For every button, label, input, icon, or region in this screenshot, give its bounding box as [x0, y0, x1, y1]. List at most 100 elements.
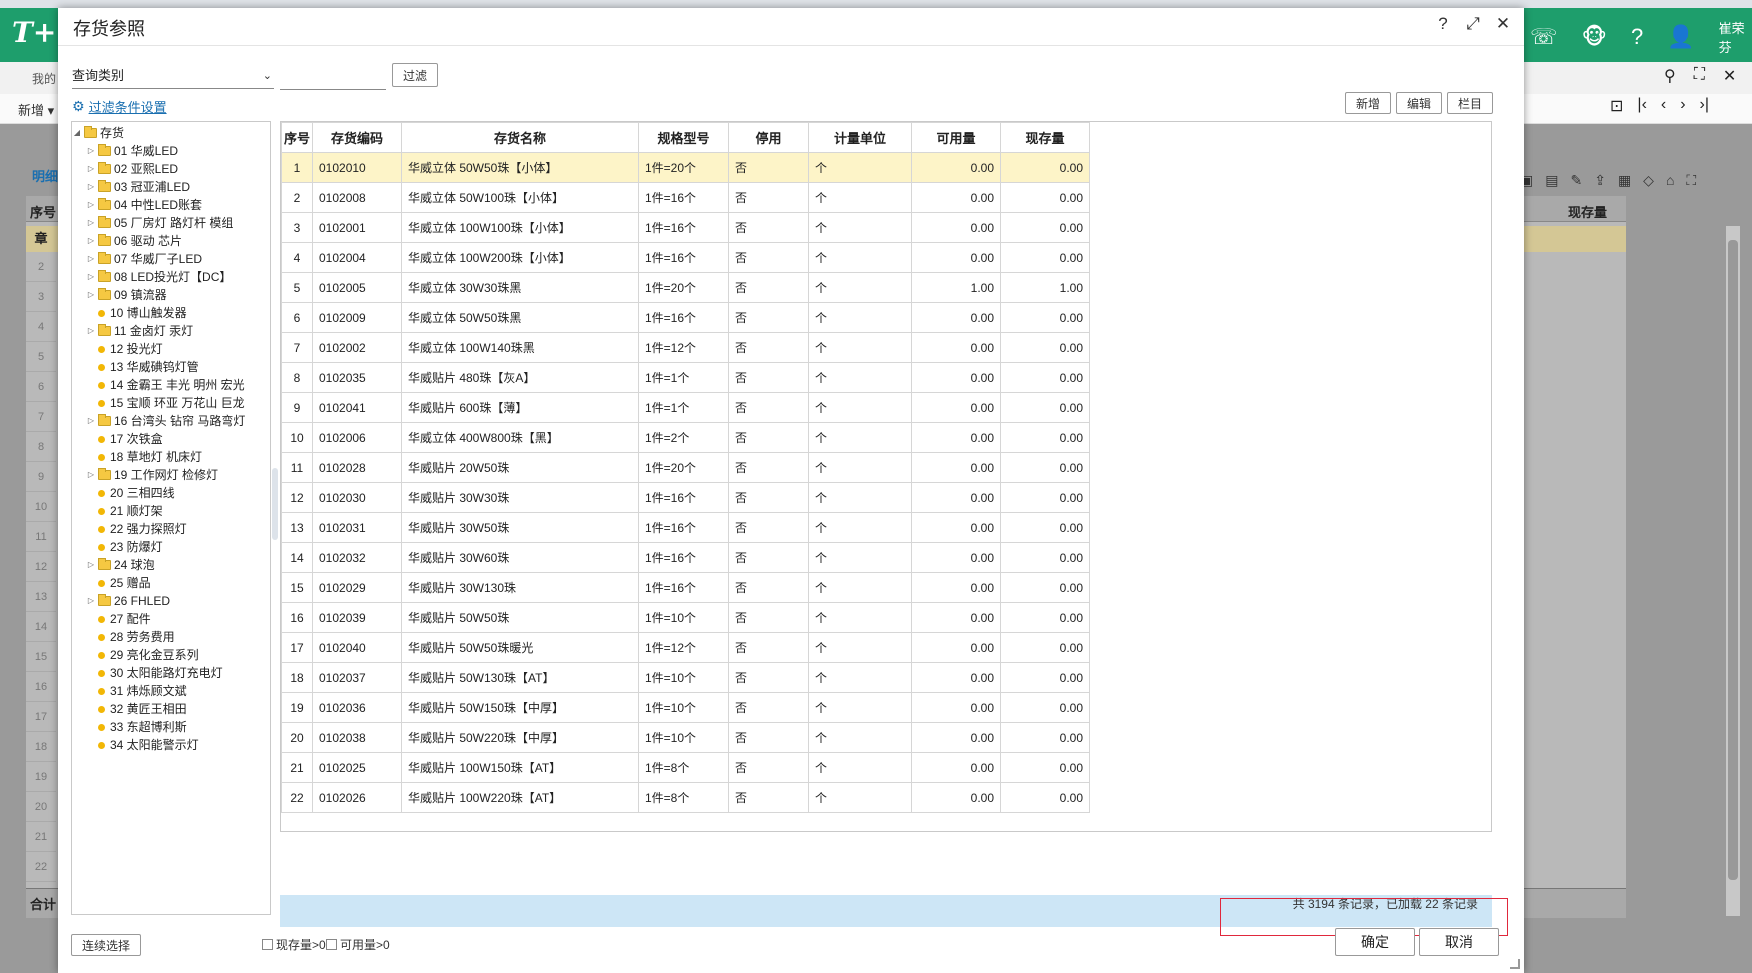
- avail-gt-zero-checkbox[interactable]: 可用量>0: [326, 936, 390, 953]
- table-row[interactable]: 18 0102037 华威贴片 50W130珠【AT】 1件=10个否个 0.00 0.0…: [281, 662, 1090, 693]
- column-header[interactable]: 现存量: [1000, 122, 1090, 153]
- tree-item[interactable]: 15 宝顺 环亚 万花山 巨龙: [72, 394, 270, 412]
- tree-item[interactable]: 10 博山触发器: [72, 304, 270, 322]
- splitter-handle[interactable]: [272, 468, 278, 540]
- table-row[interactable]: 22 0102026 华威贴片 100W220珠【AT】 1件=8个否个 0.00 0.0…: [281, 782, 1090, 813]
- expand-arrow-icon[interactable]: ▷: [86, 214, 96, 232]
- cancel-button[interactable]: 取消: [1419, 928, 1499, 956]
- prev-page-icon[interactable]: ‹: [1661, 96, 1666, 116]
- expand-arrow-icon[interactable]: ▷: [86, 250, 96, 268]
- expand-arrow-icon[interactable]: ▷: [86, 232, 96, 250]
- table-row[interactable]: 10 0102006 华威立体 400W800珠【黑】 1件=2个否个 0.00 0.00: [281, 422, 1090, 453]
- table-row[interactable]: 2 0102008 华威立体 50W100珠【小体】 1件=16个否个 0.00 0.00: [281, 182, 1090, 213]
- expand-arrow-icon[interactable]: ▷: [86, 322, 96, 340]
- first-page-icon[interactable]: |‹: [1637, 96, 1646, 116]
- expand-arrow-icon[interactable]: ▷: [86, 160, 96, 178]
- phone-icon[interactable]: ☏: [1530, 24, 1558, 50]
- table-row[interactable]: 3 0102001 华威立体 100W100珠【小体】 1件=16个否个 0.00 0.0…: [281, 212, 1090, 243]
- tree-item[interactable]: 22 强力探照灯: [72, 520, 270, 538]
- tree-item[interactable]: 31 炜烁顾文斌: [72, 682, 270, 700]
- tree-item[interactable]: ▷ 05 厂房灯 路灯杆 模组: [72, 214, 270, 232]
- table-row[interactable]: 20 0102038 华威贴片 50W220珠【中厚】 1件=10个否个 0.00 0.0…: [281, 722, 1090, 753]
- checkbox-box[interactable]: [262, 939, 273, 950]
- expand-arrow-icon[interactable]: ▷: [86, 556, 96, 574]
- search-icon[interactable]: ⚲: [1664, 66, 1676, 86]
- tree-item[interactable]: 13 华威碘钨灯管: [72, 358, 270, 376]
- tree-root[interactable]: ◢ 存货: [72, 124, 270, 142]
- paste-icon[interactable]: ▤: [1545, 172, 1558, 189]
- mascot-icon[interactable]: 🐵: [1582, 24, 1607, 50]
- tree-item[interactable]: ▷ 11 金卤灯 汞灯: [72, 322, 270, 340]
- table-row[interactable]: 7 0102002 华威立体 100W140珠黑 1件=12个否个 0.00 0.00: [281, 332, 1090, 363]
- expand-arrow-icon[interactable]: ▷: [86, 412, 96, 430]
- tree-item[interactable]: ▷ 07 华威厂子LED: [72, 250, 270, 268]
- next-page-icon[interactable]: ›: [1680, 96, 1685, 116]
- expand-icon[interactable]: ⛶: [1686, 172, 1696, 189]
- column-header[interactable]: 存货编码: [312, 122, 402, 153]
- tree-item[interactable]: ▷ 26 FHLED: [72, 592, 270, 610]
- tree-item[interactable]: ▷ 02 亚熙LED: [72, 160, 270, 178]
- table-row[interactable]: 21 0102025 华威贴片 100W150珠【AT】 1件=8个否个 0.00 0.0…: [281, 752, 1090, 783]
- user-name[interactable]: 崔荣芬: [1719, 18, 1752, 56]
- tree-item[interactable]: ▷ 09 镇流器: [72, 286, 270, 304]
- help-icon[interactable]: ?: [1434, 14, 1452, 34]
- user-icon[interactable]: 👤: [1667, 24, 1694, 50]
- tree-item[interactable]: 33 东超博利斯: [72, 718, 270, 736]
- table-row[interactable]: 17 0102040 华威贴片 50W50珠暖光 1件=12个否个 0.00 0.00: [281, 632, 1090, 663]
- tree-item[interactable]: 14 金霸王 丰光 明州 宏光: [72, 376, 270, 394]
- table-row[interactable]: 16 0102039 华威贴片 50W50珠 1件=10个否个 0.00 0.00: [281, 602, 1090, 633]
- checkbox-box[interactable]: [326, 939, 337, 950]
- tree-item[interactable]: 27 配件: [72, 610, 270, 628]
- column-header[interactable]: 存货名称: [401, 122, 639, 153]
- expand-arrow-icon[interactable]: ▷: [86, 142, 96, 160]
- close-icon[interactable]: ✕: [1494, 14, 1512, 34]
- table-row[interactable]: 1 0102010 华威立体 50W50珠【小体】 1件=20个否个 0.00 0.00: [281, 152, 1090, 183]
- continuous-select-button[interactable]: 连续选择: [71, 934, 141, 956]
- table-row[interactable]: 11 0102028 华威贴片 20W50珠 1件=20个否个 0.00 0.00: [281, 452, 1090, 483]
- tree-item[interactable]: 21 顺灯架: [72, 502, 270, 520]
- add-button[interactable]: 新增: [1345, 92, 1392, 114]
- close-icon[interactable]: ✕: [1723, 66, 1736, 86]
- column-header[interactable]: 规格型号: [638, 122, 729, 153]
- table-row[interactable]: 5 0102005 华威立体 30W30珠黑 1件=20个否个 1.00 1.00: [281, 272, 1090, 303]
- tree-item[interactable]: 32 黄匠王相田: [72, 700, 270, 718]
- edit-button[interactable]: 编辑: [1396, 92, 1443, 114]
- table-row[interactable]: 15 0102029 华威贴片 30W130珠 1件=16个否个 0.00 0.00: [281, 572, 1090, 603]
- resize-grip-icon[interactable]: [1510, 959, 1520, 969]
- tree-item[interactable]: 18 草地灯 机床灯: [72, 448, 270, 466]
- edit-icon[interactable]: ✎: [1570, 172, 1582, 189]
- export-icon[interactable]: ⇪: [1594, 172, 1606, 189]
- tree-item[interactable]: 29 亮化金豆系列: [72, 646, 270, 664]
- column-header[interactable]: 可用量: [911, 122, 1001, 153]
- query-type-select[interactable]: 查询类别 ⌄: [72, 63, 274, 89]
- expand-arrow-icon[interactable]: ◢: [72, 124, 82, 142]
- tree-item[interactable]: 28 劳务费用: [72, 628, 270, 646]
- stock-gt-zero-checkbox[interactable]: 现存量>0: [262, 936, 326, 953]
- tree-item[interactable]: 25 赠品: [72, 574, 270, 592]
- tree-item[interactable]: ▷ 03 冠亚浦LED: [72, 178, 270, 196]
- tree-item[interactable]: 17 次铁盒: [72, 430, 270, 448]
- expand-arrow-icon[interactable]: ▷: [86, 196, 96, 214]
- warehouse-icon[interactable]: ⌂: [1666, 172, 1674, 189]
- table-row[interactable]: 4 0102004 华威立体 100W200珠【小体】 1件=16个否个 0.00 0.0…: [281, 242, 1090, 273]
- fullscreen-icon[interactable]: ⛶: [1694, 66, 1705, 86]
- bg-scrollbar-thumb[interactable]: [1728, 240, 1738, 880]
- filter-condition-settings[interactable]: ⚙ 过滤条件设置: [72, 97, 167, 116]
- maximize-icon[interactable]: ⤢: [1464, 14, 1482, 34]
- table-row[interactable]: 8 0102035 华威贴片 480珠【灰A】 1件=1个否个 0.00 0.00: [281, 362, 1090, 393]
- expand-arrow-icon[interactable]: ▷: [86, 466, 96, 484]
- column-header[interactable]: 计量单位: [808, 122, 912, 153]
- last-page-icon[interactable]: ›|: [1700, 96, 1709, 116]
- tree-item[interactable]: 23 防爆灯: [72, 538, 270, 556]
- expand-arrow-icon[interactable]: ▷: [86, 286, 96, 304]
- columns-button[interactable]: 栏目: [1447, 92, 1494, 114]
- tree-item[interactable]: ▷ 08 LED投光灯【DC】: [72, 268, 270, 286]
- table-row[interactable]: 12 0102030 华威贴片 30W30珠 1件=16个否个 0.00 0.00: [281, 482, 1090, 513]
- filter-input[interactable]: [280, 64, 386, 90]
- tree-item[interactable]: 12 投光灯: [72, 340, 270, 358]
- tree-item[interactable]: 34 太阳能警示灯: [72, 736, 270, 754]
- column-header[interactable]: 序号: [281, 122, 313, 153]
- tree-item[interactable]: ▷ 04 中性LED账套: [72, 196, 270, 214]
- filter-button[interactable]: 过滤: [392, 63, 438, 87]
- tree-item[interactable]: 20 三相四线: [72, 484, 270, 502]
